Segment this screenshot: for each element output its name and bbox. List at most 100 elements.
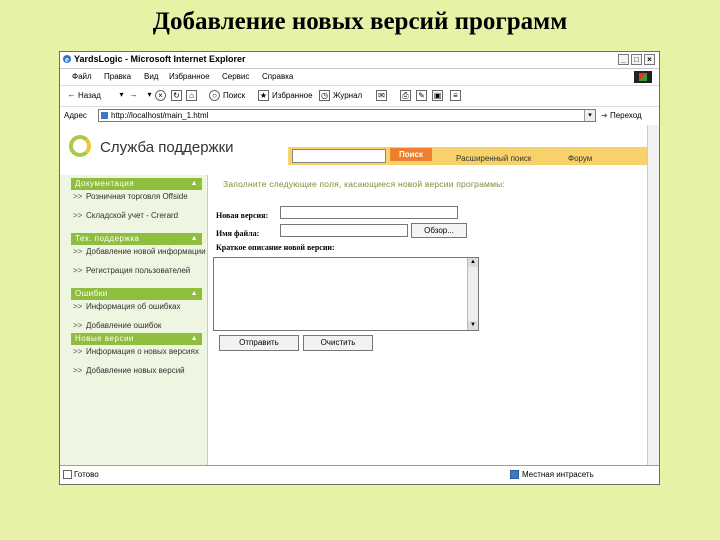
toolbar: ← Назад ▾ → ▾ × ↻ ⌂ ○ Поиск ★ Избранное …	[60, 86, 659, 107]
history-button[interactable]: Журнал	[333, 91, 362, 100]
section-title: Ошибки	[75, 289, 108, 298]
collapse-icon[interactable]: ▲	[191, 333, 198, 345]
window-titlebar: e YardsLogic - Microsoft Internet Explor…	[60, 52, 659, 69]
discuss-icon[interactable]: ▣	[432, 90, 443, 101]
section-title: Новые версии	[75, 334, 134, 343]
favorites-icon[interactable]: ★	[258, 90, 269, 101]
version-input[interactable]	[280, 206, 458, 219]
version-label: Новая версия:	[216, 211, 269, 220]
submit-button[interactable]: Отправить	[219, 335, 299, 351]
bullet-icon: >>	[73, 266, 83, 275]
scroll-down-icon[interactable]: ▼	[468, 321, 478, 330]
address-input[interactable]: http://localhost/main_1.html ▾	[98, 109, 596, 122]
search-button[interactable]: Поиск	[223, 91, 245, 100]
intranet-icon	[510, 470, 519, 479]
sidebar-item-add-version[interactable]: >> Добавление новых версий	[71, 366, 206, 375]
sidebar-item-label: Добавление ошибок	[86, 321, 162, 330]
browser-window: e YardsLogic - Microsoft Internet Explor…	[59, 51, 660, 485]
advanced-search-link[interactable]: Расширенный поиск	[456, 154, 531, 163]
messenger-icon[interactable]: ≡	[450, 90, 461, 101]
close-button[interactable]: ×	[644, 54, 655, 65]
window-title: YardsLogic - Microsoft Internet Explorer	[74, 54, 246, 64]
sidebar-item-add-error[interactable]: >> Добавление ошибок	[71, 321, 206, 330]
sidebar-item-label: Складской учет - Crerard	[86, 211, 179, 220]
sidebar-item-warehouse[interactable]: >> Складской учет - Crerard	[71, 211, 206, 220]
textarea-scrollbar[interactable]: ▲ ▼	[467, 258, 478, 330]
sidebar-item-error-info[interactable]: >> Информация об ошибках	[71, 302, 206, 311]
bullet-icon: >>	[73, 192, 83, 201]
sidebar-section-documentation[interactable]: Документация ▲	[71, 178, 202, 190]
menu-favorites[interactable]: Избранное	[169, 72, 210, 81]
sidebar-section-support[interactable]: Тех. поддержка ▲	[71, 233, 202, 245]
maximize-button[interactable]: □	[631, 54, 642, 65]
go-arrow-icon: ➜	[601, 111, 608, 120]
address-dropdown-icon[interactable]: ▾	[584, 110, 595, 121]
favorites-button[interactable]: Избранное	[272, 91, 313, 100]
address-label: Адрес	[64, 111, 87, 120]
sidebar-divider	[207, 175, 208, 467]
bullet-icon: >>	[73, 247, 83, 256]
back-button[interactable]: Назад	[78, 91, 101, 100]
menu-edit[interactable]: Правка	[104, 72, 131, 81]
menu-file[interactable]: Файл	[72, 72, 92, 81]
collapse-icon[interactable]: ▲	[191, 288, 198, 300]
menu-tools[interactable]: Сервис	[222, 72, 249, 81]
ie-logo-icon: e	[63, 55, 71, 64]
scroll-up-icon[interactable]: ▲	[468, 258, 478, 267]
forum-link[interactable]: Форум	[568, 154, 592, 163]
browse-button[interactable]: Обзор...	[411, 223, 467, 238]
back-arrow-icon[interactable]: ←	[66, 90, 77, 101]
section-title: Тех. поддержка	[75, 234, 140, 243]
page-done-icon	[63, 470, 72, 479]
go-button[interactable]: ➜ Переход	[601, 111, 642, 120]
home-icon[interactable]: ⌂	[186, 90, 197, 101]
description-textarea[interactable]: ▲ ▼	[213, 257, 479, 331]
section-title: Документация	[75, 179, 135, 188]
sidebar-item-label: Информация об ошибках	[86, 302, 181, 311]
zone-text: Местная интрасеть	[522, 470, 594, 479]
file-input[interactable]	[280, 224, 408, 237]
collapse-icon[interactable]: ▲	[191, 233, 198, 245]
forward-arrow-icon[interactable]: →	[128, 90, 139, 101]
bullet-icon: >>	[73, 347, 83, 356]
bullet-icon: >>	[73, 321, 83, 330]
menu-bar: Файл Правка Вид Избранное Сервис Справка	[60, 69, 659, 86]
print-icon[interactable]: ⎙	[400, 90, 411, 101]
description-label: Краткое описание новой версии:	[216, 243, 335, 252]
stop-icon[interactable]: ×	[155, 90, 166, 101]
sidebar-item-retail[interactable]: >> Розничная торговля Offside	[71, 192, 206, 201]
site-search-input[interactable]	[292, 149, 386, 163]
menu-view[interactable]: Вид	[144, 72, 158, 81]
support-logo-icon	[69, 135, 91, 157]
sidebar-item-version-info[interactable]: >> Информация о новых версиях	[71, 347, 206, 356]
collapse-icon[interactable]: ▲	[191, 178, 198, 190]
windows-flag-icon	[634, 71, 652, 83]
sidebar-item-registration[interactable]: >> Регистрация пользователей	[71, 266, 206, 275]
site-search-button[interactable]: Поиск	[390, 148, 432, 161]
sidebar-section-errors[interactable]: Ошибки ▲	[71, 288, 202, 300]
search-icon[interactable]: ○	[209, 90, 220, 101]
status-bar: Готово Местная интрасеть	[60, 465, 659, 484]
sidebar-item-label: Регистрация пользователей	[86, 266, 191, 275]
sidebar-section-new-versions[interactable]: Новые версии ▲	[71, 333, 202, 345]
history-icon[interactable]: ◷	[319, 90, 330, 101]
menu-help[interactable]: Справка	[262, 72, 293, 81]
page-scrollbar[interactable]	[647, 125, 659, 467]
dropdown-icon[interactable]: ▾	[144, 90, 155, 101]
sidebar-item-label: Информация о новых версиях	[86, 347, 199, 356]
edit-icon[interactable]: ✎	[416, 90, 427, 101]
sidebar: Документация ▲ >> Розничная торговля Offsi…	[60, 175, 207, 467]
refresh-icon[interactable]: ↻	[171, 90, 182, 101]
address-bar: Адрес http://localhost/main_1.html ▾ ➜ П…	[60, 107, 659, 126]
site-logo-text: Служба поддержки	[100, 139, 234, 156]
mail-icon[interactable]: ✉	[376, 90, 387, 101]
bullet-icon: >>	[73, 366, 83, 375]
page-content: Служба поддержки Поиск Расширенный поиск…	[60, 125, 659, 467]
clear-button[interactable]: Очистить	[303, 335, 373, 351]
minimize-button[interactable]: _	[618, 54, 629, 65]
status-text: Готово	[74, 470, 99, 479]
form-intro: Заполните следующие поля, касающиеся нов…	[223, 179, 505, 189]
sidebar-item-label: Добавление новых версий	[86, 366, 185, 375]
dropdown-icon[interactable]: ▾	[116, 90, 127, 101]
sidebar-item-add-info[interactable]: >> Добавление новой информации	[71, 247, 206, 256]
